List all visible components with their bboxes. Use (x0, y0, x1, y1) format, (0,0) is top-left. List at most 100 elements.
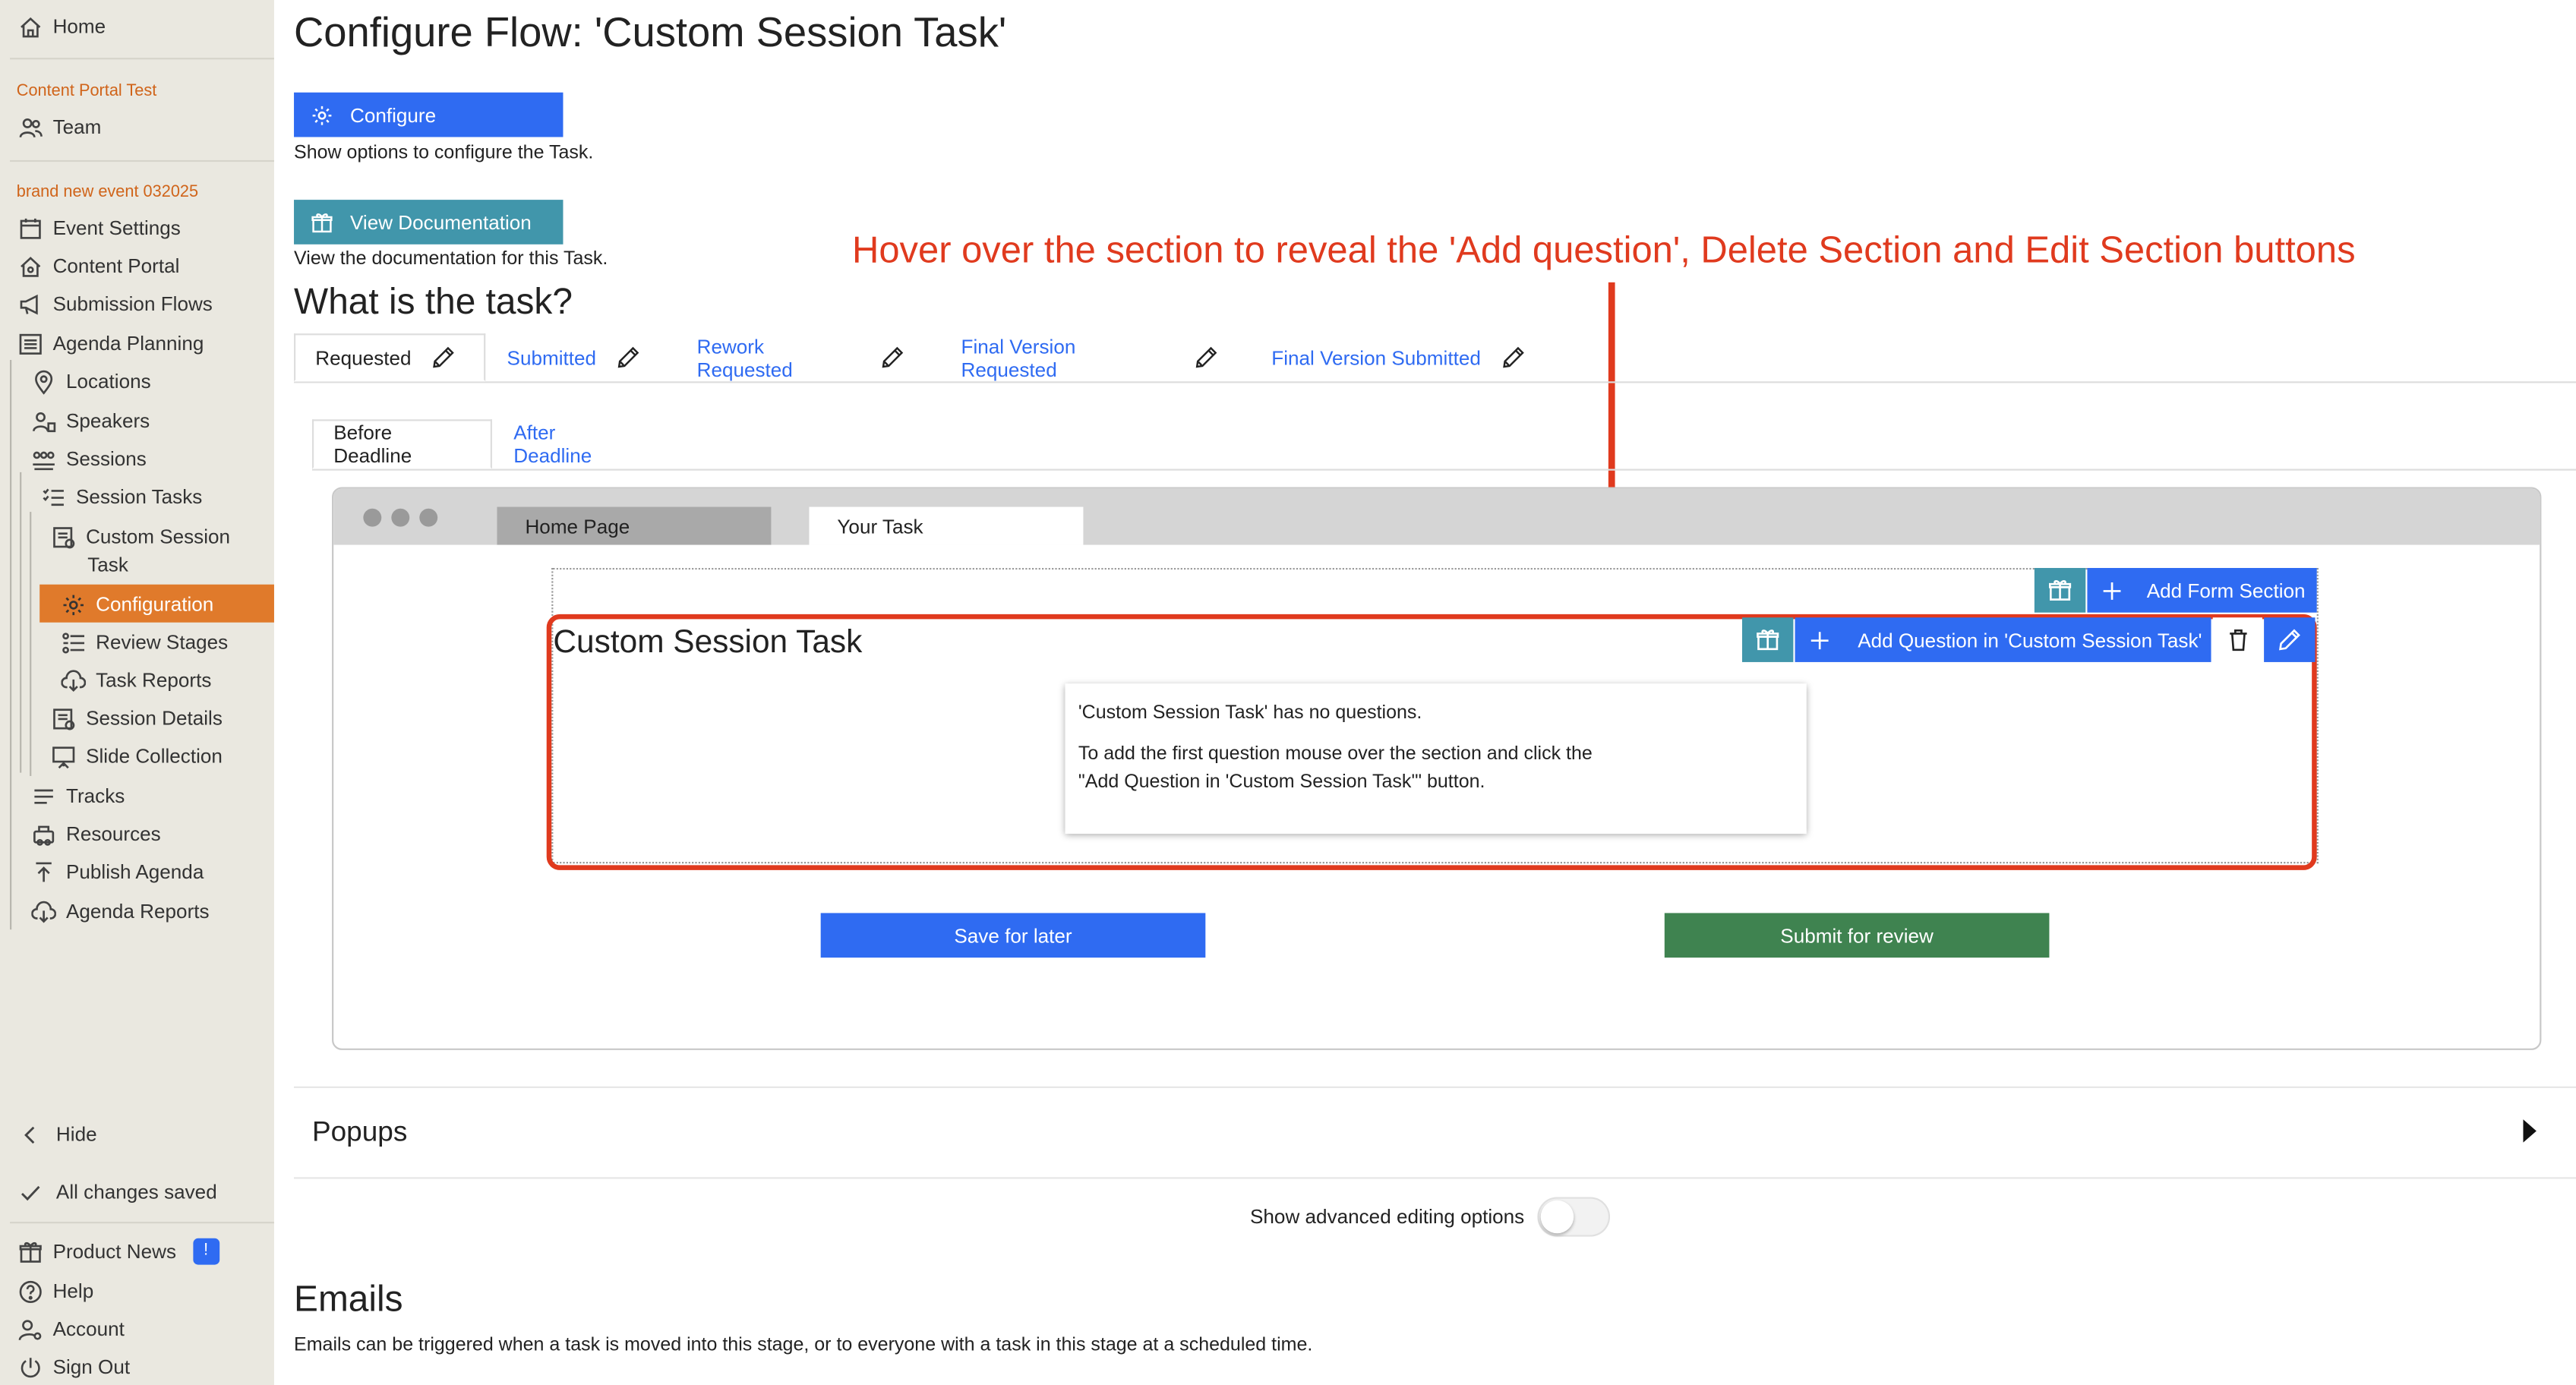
sidebar-item-label: Home (52, 14, 106, 39)
tab-rework-requested[interactable]: Rework Requested (677, 333, 925, 381)
sidebar-item-tracks[interactable]: Tracks (30, 779, 125, 812)
sidebar-item-product-news[interactable]: Product News ! (17, 1235, 219, 1267)
sidebar-item-session-tasks[interactable]: Session Tasks (39, 481, 202, 513)
sidebar-item-resources[interactable]: Resources (30, 817, 161, 850)
toggle-knob (1540, 1200, 1574, 1234)
pencil-icon[interactable] (1194, 345, 1219, 370)
pencil-icon[interactable] (616, 345, 641, 370)
sidebar-hide-button[interactable]: Hide (17, 1118, 97, 1150)
delete-section-button[interactable] (2212, 617, 2262, 662)
tree-line (10, 360, 12, 930)
preview-tab-home-page[interactable]: Home Page (497, 506, 772, 545)
window-dot (363, 508, 382, 527)
divider (10, 58, 274, 60)
sidebar-item-session-details[interactable]: Session Details (49, 702, 223, 734)
stage-tabs: Requested Submitted Rework Requested Fin… (294, 333, 2576, 383)
page-title: Configure Flow: 'Custom Session Task' (294, 10, 1007, 56)
sidebar-item-label: Event Settings (52, 216, 181, 240)
deadline-tabs: Before Deadline After Deadline (311, 419, 2576, 471)
save-for-later-button[interactable]: Save for later (820, 913, 1206, 958)
sidebar-item-home[interactable]: Home (17, 10, 106, 43)
advanced-options-label: Show advanced editing options (1250, 1205, 1525, 1229)
plus-icon (2101, 579, 2123, 601)
sidebar-item-event-settings[interactable]: Event Settings (17, 211, 181, 244)
sidebar-item-agenda-planning[interactable]: Agenda Planning (17, 327, 204, 360)
sidebar-item-configuration[interactable]: Configuration (59, 588, 213, 620)
tab-after-deadline[interactable]: After Deadline (494, 419, 658, 469)
sidebar-item-locations[interactable]: Locations (30, 365, 151, 398)
sidebar-item-custom-session-task[interactable]: Custom Session (49, 520, 230, 553)
view-documentation-button[interactable]: View Documentation (294, 200, 564, 245)
sidebar-item-label: Account (52, 1317, 125, 1341)
sidebar-item-label: Team (52, 115, 102, 139)
submit-for-review-button[interactable]: Submit for review (1664, 913, 2050, 958)
tree-line (30, 512, 32, 776)
sidebar: Home Content Portal Test Team brand new … (0, 0, 274, 1385)
sidebar-item-sessions[interactable]: Sessions (30, 443, 147, 475)
sidebar-item-content-portal[interactable]: Content Portal (17, 249, 179, 282)
configure-label: Configure (349, 103, 437, 127)
sidebar-item-sign-out[interactable]: Sign Out (17, 1351, 130, 1383)
tab-label: Submitted (507, 345, 597, 369)
trash-icon (2225, 627, 2250, 652)
sidebar-item-team[interactable]: Team (17, 111, 102, 144)
caret-right-icon[interactable] (2523, 1119, 2537, 1143)
tab-final-version-requested[interactable]: Final Version Requested (941, 333, 1238, 381)
tab-final-version-submitted[interactable]: Final Version Submitted (1252, 333, 1545, 381)
pencil-icon (2277, 627, 2302, 652)
form-section-docs-button[interactable] (2034, 567, 2086, 613)
pencil-icon[interactable] (431, 345, 456, 370)
power-icon (17, 1354, 43, 1380)
plus-icon (1808, 628, 1831, 651)
save-status: All changes saved (17, 1175, 217, 1208)
user-gear-icon (17, 1316, 43, 1342)
sidebar-item-speakers[interactable]: Speakers (30, 405, 150, 437)
sidebar-item-label: Session Details (86, 706, 223, 730)
sidebar-item-label: Sign Out (52, 1355, 131, 1379)
notice-line: 'Custom Session Task' has no questions. (1078, 703, 1422, 724)
sidebar-item-label: Sessions (65, 447, 147, 471)
add-form-section-button[interactable]: Add Form Section (2087, 567, 2317, 613)
sidebar-item-help[interactable]: Help (17, 1275, 93, 1308)
sidebar-item-account[interactable]: Account (17, 1313, 125, 1346)
add-form-section-label: Add Form Section (2146, 579, 2306, 602)
section-docs-button[interactable] (1741, 617, 1794, 662)
notice-line: To add the first question mouse over the… (1078, 744, 1593, 765)
sidebar-item-review-stages[interactable]: Review Stages (59, 626, 228, 658)
configure-button[interactable]: Configure (294, 92, 564, 137)
list-icon (17, 330, 43, 357)
sidebar-item-slide-collection[interactable]: Slide Collection (49, 740, 223, 772)
preview-tab-your-task[interactable]: Your Task (809, 506, 1084, 545)
tab-label: Final Version Requested (961, 334, 1076, 381)
emails-description: Emails can be triggered when a task is m… (294, 1336, 1313, 1356)
pencil-icon[interactable] (1501, 345, 1526, 370)
popups-heading[interactable]: Popups (312, 1116, 407, 1149)
sidebar-item-submission-flows[interactable]: Submission Flows (17, 287, 213, 320)
sidebar-item-label-cont: Task (87, 548, 128, 581)
tab-before-deadline[interactable]: Before Deadline (311, 419, 492, 469)
publish-icon (30, 859, 56, 885)
tab-submitted[interactable]: Submitted (487, 333, 655, 381)
sidebar-item-task-reports[interactable]: Task Reports (59, 664, 211, 696)
edit-section-button[interactable] (2264, 617, 2316, 662)
tab-requested[interactable]: Requested (294, 333, 486, 382)
no-questions-notice: 'Custom Session Task' has no questions. … (1065, 683, 1807, 834)
megaphone-icon (17, 291, 43, 317)
calendar-gear-icon (17, 215, 43, 241)
sidebar-item-agenda-reports[interactable]: Agenda Reports (30, 895, 210, 928)
sidebar-item-label: Agenda Reports (65, 900, 210, 923)
sidebar-item-label: Agenda Planning (52, 332, 204, 355)
save-status-label: All changes saved (55, 1180, 217, 1204)
add-question-label: Add Question in 'Custom Session Task' (1858, 628, 2202, 651)
sidebar-item-label: Review Stages (96, 630, 229, 655)
pencil-icon[interactable] (880, 345, 905, 370)
audience-icon (30, 446, 56, 472)
advanced-options-toggle[interactable] (1537, 1197, 1611, 1237)
gift-icon (1755, 627, 1780, 652)
document-icon (49, 705, 76, 731)
add-question-button[interactable]: Add Question in 'Custom Session Task' (1795, 617, 2211, 662)
gift-icon (311, 210, 333, 233)
sidebar-item-publish-agenda[interactable]: Publish Agenda (30, 855, 204, 888)
divider (294, 1086, 2576, 1088)
home-icon (17, 253, 43, 279)
